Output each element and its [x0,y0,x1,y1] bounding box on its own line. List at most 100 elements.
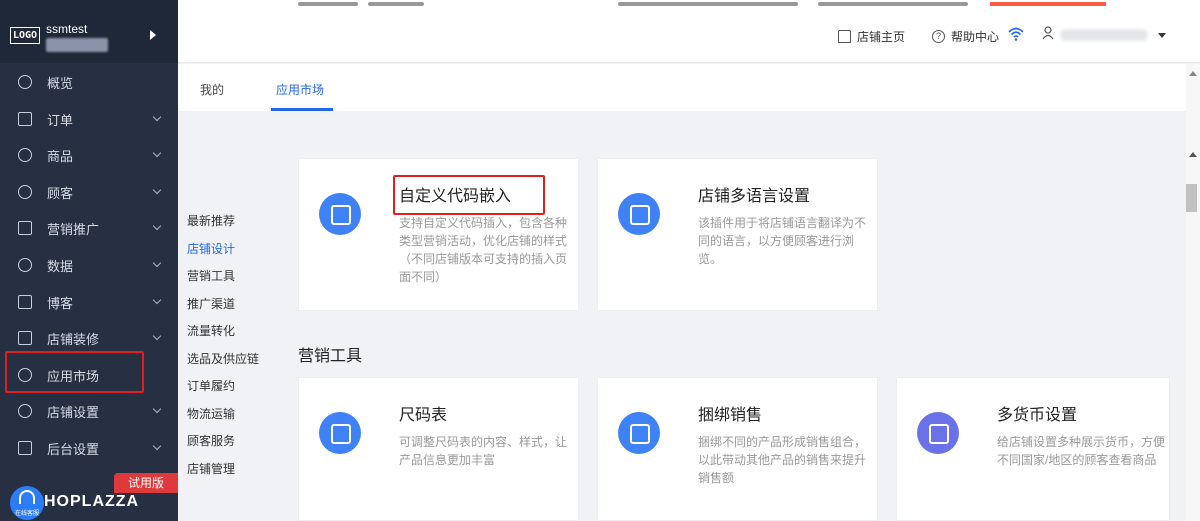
sidebar-item-label: 概览 [47,75,74,91]
section-title-marketing: 营销工具 [298,348,363,365]
sidebar-item-admin-settings[interactable]: 后台设置 [0,430,178,466]
brand-footer: 在线客服 HOPLAZZA [0,486,178,521]
wifi-icon[interactable] [1008,26,1024,42]
compass-icon [18,75,32,89]
username-redacted[interactable] [1060,29,1148,41]
document-icon [18,295,32,309]
category-latest[interactable]: 最新推荐 [187,212,259,240]
chevron-down-icon [152,404,162,414]
category-logistics[interactable]: 物流运输 [187,405,259,433]
app-card-title: 多货币设置 [997,407,1078,424]
code-icon [319,193,361,235]
app-card-title: 捆绑销售 [698,407,763,424]
app-card-title: 店铺多语言设置 [698,188,811,205]
notice-link[interactable] [990,2,1106,6]
store-name: ssmtest [46,22,88,36]
category-customer-service[interactable]: 顾客服务 [187,432,259,460]
translate-icon [618,193,660,235]
category-store-design[interactable]: 店铺设计 [187,240,259,268]
inner-scroll-up-icon[interactable] [1189,152,1197,157]
layout-icon [18,331,32,345]
caret-down-icon[interactable] [1158,33,1166,38]
app-window: LOGO ssmtest 概览 订单 商品 顾客 营销推广 数据 博客 店铺装修… [0,0,1200,521]
app-card-description: 支持自定义代码插入，包含各种类型营销活动，优化店铺的样式（不同店铺版本可支持的插… [399,216,568,284]
app-card[interactable]: 尺码表 可调整尺码表的内容、样式，让产品信息更加丰富 [298,377,579,521]
megaphone-icon [18,221,32,235]
sidebar-item-label: 数据 [47,258,74,274]
sidebar-item-label: 店铺装修 [47,331,100,347]
category-store-management[interactable]: 店铺管理 [187,460,259,488]
sidebar-item-label: 顾客 [47,185,74,201]
category-marketing-tools[interactable]: 营销工具 [187,267,259,295]
chevron-down-icon [152,441,162,451]
sidebar: LOGO ssmtest 概览 订单 商品 顾客 营销推广 数据 博客 店铺装修… [0,0,178,521]
tab-bar: 我的 应用市场 [178,64,1190,111]
highlight-box-card-title [393,175,545,215]
support-label: 在线客服 [14,510,39,517]
home-icon [838,30,851,43]
order-icon [18,112,32,126]
box-icon [18,148,32,162]
sidebar-item-data[interactable]: 数据 [0,247,178,283]
chart-icon [18,258,32,272]
help-icon: ? [932,30,945,43]
store-home-label: 店铺主页 [857,30,906,44]
sidebar-item-orders[interactable]: 订单 [0,101,178,137]
highlight-box-app-market [5,351,144,393]
currency-icon [917,412,959,454]
chevron-down-icon [152,258,162,268]
app-card[interactable]: 店铺多语言设置 该插件用于将店铺语言翻译为不同的语言，以方便顾客进行浏览。 [597,158,878,311]
logo: LOGO [10,27,40,44]
active-tab-indicator [271,108,333,111]
sidebar-item-overview[interactable]: 概览 [0,64,178,100]
app-card-title: 尺码表 [399,407,448,424]
store-domain-redacted [46,38,108,52]
sidebar-item-label: 店铺设置 [47,404,100,420]
layers-icon [618,412,660,454]
chevron-down-icon [152,221,162,231]
gear-icon [18,404,32,418]
sidebar-item-blog[interactable]: 博客 [0,284,178,320]
app-card-description: 该插件用于将店铺语言翻译为不同的语言，以方便顾客进行浏览。 [698,216,867,266]
tab-app-market[interactable]: 应用市场 [276,81,324,98]
chevron-down-icon [152,295,162,305]
category-traffic-conversion[interactable]: 流量转化 [187,322,259,350]
sidebar-item-label: 订单 [47,112,74,128]
chevron-down-icon [152,112,162,122]
scroll-up-icon[interactable] [1189,71,1197,76]
chevron-down-icon [152,148,162,158]
store-home-link[interactable]: 店铺主页 [838,28,905,45]
help-center-link[interactable]: ? 帮助中心 [932,28,999,45]
category-sourcing[interactable]: 选品及供应链 [187,350,259,378]
page-scrollbar[interactable] [1186,64,1200,521]
sidebar-item-store-settings[interactable]: 店铺设置 [0,393,178,429]
notice-strip [178,0,1200,10]
brand-wordmark: HOPLAZZA [44,493,140,510]
chevron-down-icon [152,331,162,341]
users-icon [18,185,32,199]
sidebar-item-products[interactable]: 商品 [0,137,178,173]
headset-icon [19,490,35,504]
category-promotion-channels[interactable]: 推广渠道 [187,295,259,323]
sidebar-item-marketing[interactable]: 营销推广 [0,210,178,246]
sidebar-item-customers[interactable]: 顾客 [0,174,178,210]
top-header: 店铺主页 ? 帮助中心 [178,10,1200,63]
category-fulfillment[interactable]: 订单履约 [187,377,259,405]
chevron-down-icon [152,185,162,195]
app-card[interactable]: 多货币设置 给店铺设置多种展示货币，方便不同国家/地区的顾客查看商品 [896,377,1170,521]
user-icon[interactable] [1042,26,1054,40]
online-support-button[interactable]: 在线客服 [10,486,44,520]
tab-mine[interactable]: 我的 [200,81,224,98]
scroll-thumb[interactable] [1186,184,1197,212]
monitor-icon [18,441,32,455]
app-card-description: 可调整尺码表的内容、样式，让产品信息更加丰富 [399,435,568,467]
sidebar-item-label: 营销推广 [47,221,100,237]
caret-right-icon[interactable] [150,30,156,40]
store-switcher[interactable]: LOGO ssmtest [0,0,178,63]
app-card[interactable]: 捆绑销售 捆绑不同的产品形成销售组合，以此带动其他产品的销售来提升销售额 [597,377,878,521]
sidebar-item-label: 后台设置 [47,441,100,457]
sidebar-item-label: 商品 [47,148,74,164]
app-card-description: 给店铺设置多种展示货币，方便不同国家/地区的顾客查看商品 [997,435,1166,467]
help-center-label: 帮助中心 [951,30,1000,44]
app-card-description: 捆绑不同的产品形成销售组合，以此带动其他产品的销售来提升销售额 [698,435,867,485]
